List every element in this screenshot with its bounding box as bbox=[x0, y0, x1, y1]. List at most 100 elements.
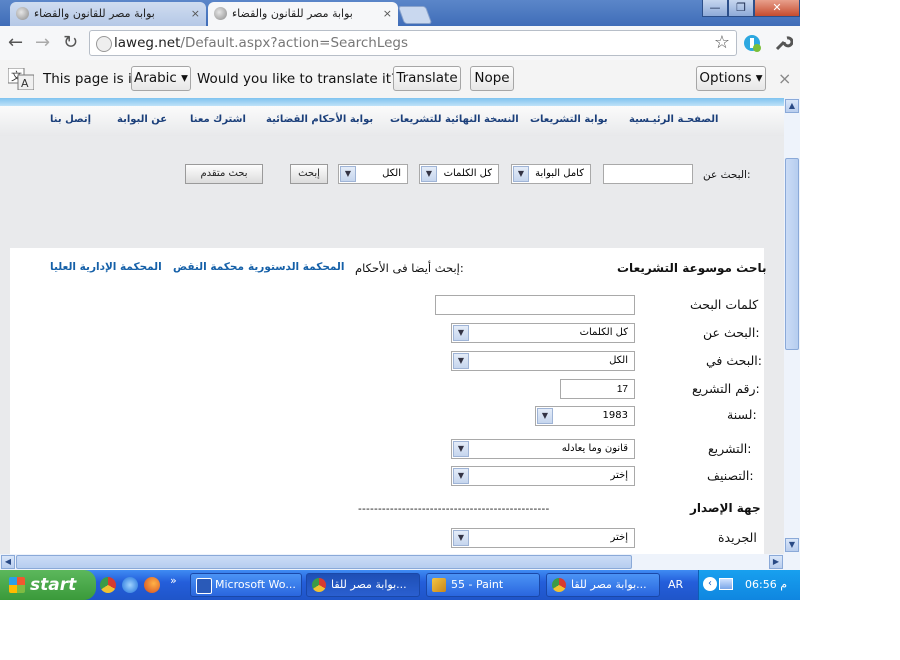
search-in-select[interactable]: ▼ الكل bbox=[451, 351, 635, 371]
menu-subscribe[interactable]: اشترك معنا bbox=[190, 114, 246, 125]
menu-home[interactable]: الصفحـة الرئيـسية bbox=[629, 114, 718, 125]
translate-prefix: This page is in bbox=[43, 71, 141, 87]
task-word[interactable]: Microsoft Wo... bbox=[190, 573, 302, 597]
reload-icon[interactable]: ↻ bbox=[63, 32, 78, 53]
task-chrome-1[interactable]: بوابة مصر للقا... bbox=[306, 573, 420, 597]
legislation-search-panel: باحث موسوعة التشريعات إبحث أيضا فى الأحك… bbox=[10, 248, 767, 554]
chevron-down-icon: ▼ bbox=[421, 166, 437, 182]
vertical-scrollbar[interactable]: ▲ ▼ bbox=[784, 98, 800, 554]
globe-icon bbox=[16, 7, 29, 20]
menu-contact[interactable]: إتصل بنا bbox=[50, 114, 91, 125]
screen: بوابة مصر للقانون والقضاء × بوابة مصر لل… bbox=[0, 0, 800, 600]
wrench-icon[interactable] bbox=[773, 33, 793, 53]
search-in-label: البحث في: bbox=[706, 353, 762, 368]
gazette-select[interactable]: ▼ إختر bbox=[451, 528, 635, 548]
menu-about[interactable]: عن البوابة bbox=[117, 114, 167, 125]
menu-final-legislation[interactable]: النسخة النهائية للتشريعات bbox=[390, 114, 519, 125]
quicklaunch-overflow-icon[interactable]: » bbox=[170, 574, 177, 587]
words-select[interactable]: ▼ كل الكلمات bbox=[419, 164, 499, 184]
language-dropdown[interactable]: Arabic ▾ bbox=[131, 66, 191, 91]
new-tab-button[interactable] bbox=[397, 6, 433, 24]
address-bar[interactable]: laweg.net/Default.aspx?action=SearchLegs… bbox=[89, 30, 737, 56]
tray-expand-icon[interactable]: ‹ bbox=[703, 577, 717, 591]
scope-select[interactable]: ▼ كامل البوابة bbox=[511, 164, 591, 184]
close-infobar-icon[interactable]: × bbox=[778, 60, 791, 98]
chrome-icon bbox=[312, 578, 326, 592]
vertical-scroll-thumb[interactable] bbox=[785, 158, 799, 350]
chrome-icon bbox=[552, 578, 566, 592]
menu-judgments-portal[interactable]: بوابة الأحكام القضائية bbox=[266, 114, 373, 125]
chrome-icon[interactable] bbox=[100, 577, 116, 593]
chevron-down-icon: ▼ bbox=[453, 530, 469, 546]
scroll-down-arrow-icon[interactable]: ▼ bbox=[785, 538, 799, 552]
category-select[interactable]: ▼ الكل bbox=[338, 164, 408, 184]
scroll-left-arrow-icon[interactable]: ◀ bbox=[1, 555, 15, 569]
url-text[interactable]: laweg.net/Default.aspx?action=SearchLegs bbox=[114, 31, 408, 55]
chevron-down-icon: ▼ bbox=[340, 166, 356, 182]
horizontal-scrollbar[interactable]: ◀ ▶ bbox=[0, 554, 784, 570]
search-for-label: البحث عن: bbox=[703, 325, 760, 340]
law-number-input[interactable] bbox=[560, 379, 635, 399]
paint-icon bbox=[432, 578, 446, 592]
page-icon bbox=[96, 36, 112, 52]
close-tab-icon[interactable]: × bbox=[191, 2, 200, 26]
horizontal-scroll-thumb[interactable] bbox=[16, 555, 632, 569]
scrollbar-corner bbox=[784, 554, 800, 570]
nope-button[interactable]: Nope bbox=[470, 66, 514, 91]
windows-logo-icon bbox=[9, 577, 25, 593]
classification-select[interactable]: ▼ إختر bbox=[451, 466, 635, 486]
bookmark-star-icon[interactable]: ☆ bbox=[714, 31, 730, 55]
search-button[interactable]: إبحث bbox=[290, 164, 328, 184]
browser-toolbar: ← → ↻ laweg.net/Default.aspx?action=Sear… bbox=[0, 26, 800, 60]
tab-1[interactable]: بوابة مصر للقانون والقضاء × bbox=[10, 2, 206, 26]
word-icon bbox=[196, 578, 212, 594]
system-tray: ‹ 06:56 م bbox=[698, 570, 800, 600]
chevron-down-icon: ▼ bbox=[453, 353, 469, 369]
search-for-select[interactable]: ▼ كل الكلمات bbox=[451, 323, 635, 343]
scroll-up-arrow-icon[interactable]: ▲ bbox=[785, 99, 799, 113]
minimize-button[interactable]: — bbox=[702, 0, 728, 17]
options-dropdown[interactable]: Options ▾ bbox=[696, 66, 766, 91]
legislation-type-select[interactable]: ▼ قانون وما يعادله bbox=[451, 439, 635, 459]
supreme-admin-court-link[interactable]: المحكمة الإدارية العليا bbox=[50, 261, 162, 273]
back-arrow-icon[interactable]: ← bbox=[8, 32, 23, 53]
menu-legislation-portal[interactable]: بوابة التشريعات bbox=[530, 114, 608, 125]
legislation-type-label: التشريع: bbox=[708, 441, 752, 456]
language-indicator[interactable]: AR bbox=[668, 570, 683, 600]
also-search-label: إبحث أيضا فى الأحكام: bbox=[355, 261, 464, 275]
header-strip bbox=[0, 98, 784, 106]
task-paint[interactable]: 55 - Paint bbox=[426, 573, 540, 597]
translate-infobar: 文 A This page is in Arabic ▾ Would you l… bbox=[0, 60, 800, 99]
advanced-search-button[interactable]: بحث متقدم bbox=[185, 164, 263, 184]
task-chrome-2[interactable]: بوابة مصر للقا... bbox=[546, 573, 660, 597]
site-menu: الصفحـة الرئيـسية بوابة التشريعات النسخة… bbox=[0, 106, 784, 136]
close-tab-icon[interactable]: × bbox=[383, 2, 392, 26]
constitutional-court-link[interactable]: المحكمة الدستورية bbox=[248, 261, 344, 273]
restore-button[interactable]: ❐ bbox=[728, 0, 754, 17]
cassation-court-link[interactable]: محكمة النقض bbox=[173, 261, 244, 273]
quick-search-input[interactable] bbox=[603, 164, 693, 184]
chevron-down-icon: ▼ bbox=[453, 468, 469, 484]
close-window-button[interactable]: ✕ bbox=[754, 0, 800, 17]
start-button[interactable]: start bbox=[0, 570, 96, 600]
browser-titlebar: بوابة مصر للقانون والقضاء × بوابة مصر لل… bbox=[0, 0, 800, 26]
firefox-icon[interactable] bbox=[144, 577, 160, 593]
globe-icon bbox=[214, 7, 227, 20]
quick-search-label: البحث عن: bbox=[703, 169, 751, 181]
year-label: لسنة: bbox=[727, 407, 757, 422]
translate-icon: 文 A bbox=[8, 68, 34, 90]
internet-explorer-icon[interactable] bbox=[122, 577, 138, 593]
chevron-down-icon: ▼ bbox=[537, 408, 553, 424]
scroll-right-arrow-icon[interactable]: ▶ bbox=[769, 555, 783, 569]
forward-arrow-icon[interactable]: → bbox=[35, 32, 50, 53]
quick-search: البحث عن: ▼ كامل البوابة ▼ كل الكلمات ▼ الك… bbox=[0, 136, 784, 246]
keywords-input[interactable] bbox=[435, 295, 635, 315]
svg-text:A: A bbox=[21, 77, 29, 90]
translate-button[interactable]: Translate bbox=[393, 66, 461, 91]
extension-icon[interactable] bbox=[742, 33, 762, 53]
web-page: الصفحـة الرئيـسية بوابة التشريعات النسخة… bbox=[0, 98, 784, 554]
tab-2[interactable]: بوابة مصر للقانون والقضاء × bbox=[208, 2, 398, 26]
year-select[interactable]: ▼ 1983 bbox=[535, 406, 635, 426]
network-icon[interactable] bbox=[719, 578, 733, 590]
clock[interactable]: 06:56 م bbox=[745, 570, 787, 600]
